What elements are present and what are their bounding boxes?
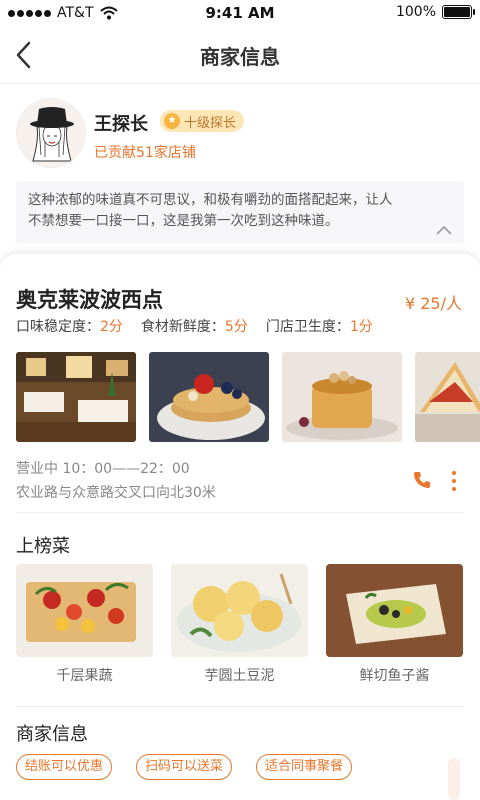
- dish-name: 芋圆土豆泥: [204, 668, 275, 684]
- photo-pancakes[interactable]: [149, 352, 269, 442]
- dish-name: 鲜切鱼子酱: [359, 668, 430, 684]
- merchant-tag[interactable]: 扫码可以送菜: [136, 754, 233, 780]
- level-badge: ★ 十级探长: [160, 110, 245, 132]
- rating-value: 2分: [100, 319, 123, 335]
- merchant-tag[interactable]: 适合同事聚餐: [256, 754, 353, 780]
- photo-sandwich[interactable]: [415, 352, 480, 442]
- photo-restaurant-interior[interactable]: [16, 352, 136, 442]
- reviewer-profile: 王探长 ★ 十级探长 已贡献51家店铺: [16, 98, 464, 174]
- rating-label: 食材新鲜度：: [140, 319, 225, 335]
- rating-hygiene: 门店卫生度：1分: [266, 316, 373, 336]
- dish-card[interactable]: 芋圆土豆泥: [171, 564, 308, 685]
- battery-fill: [444, 7, 470, 17]
- battery-icon: [442, 5, 475, 19]
- ratings-row: 口味稳定度：2分 食材新鲜度：5分 门店卫生度：1分: [16, 316, 373, 336]
- level-badge-label: 十级探长: [184, 115, 237, 131]
- avatar[interactable]: [16, 98, 86, 168]
- dish-card[interactable]: 千层果蔬: [16, 564, 153, 685]
- nav-bar: 商家信息: [0, 26, 480, 84]
- rating-value: 1分: [349, 319, 373, 335]
- dish-image: [171, 564, 308, 657]
- dish-image: [326, 564, 463, 657]
- phone-icon[interactable]: [412, 470, 432, 490]
- avatar-illustration: [17, 99, 85, 167]
- merchant-info-title: 商家信息: [16, 724, 88, 745]
- price-per-person: ¥ 25/人: [404, 294, 462, 313]
- shop-photos[interactable]: [16, 352, 480, 442]
- dish-image: [16, 564, 153, 657]
- shop-card: 奥克莱波波西点 ¥ 25/人 口味稳定度：2分 食材新鲜度：5分 门店卫生度：1…: [0, 254, 480, 800]
- rating-taste: 口味稳定度：2分: [16, 316, 123, 336]
- page-title: 商家信息: [200, 45, 280, 69]
- battery-percent: 100%: [395, 4, 436, 20]
- star-icon: ★: [164, 113, 180, 129]
- rating-label: 口味稳定度：: [16, 319, 100, 335]
- rating-value: 5分: [224, 319, 248, 335]
- shop-address[interactable]: 农业路与众意路交叉口向北30米: [16, 482, 216, 502]
- top-dishes-list: 千层果蔬 芋圆土豆泥 鲜切鱼子酱: [16, 564, 464, 694]
- photo-cake[interactable]: [282, 352, 402, 442]
- top-dishes-title: 上榜菜: [16, 536, 70, 557]
- divider: [16, 512, 464, 513]
- contribution-count: 已贡献51家店铺: [94, 145, 196, 161]
- rating-freshness: 食材新鲜度：5分: [141, 316, 248, 336]
- more-vertical-icon[interactable]: [450, 470, 458, 492]
- shop-name: 奥克莱波波西点: [16, 288, 163, 312]
- scroll-indicator[interactable]: [448, 758, 460, 800]
- business-hours: 营业中 10：00——22：00: [16, 461, 190, 477]
- review-text: 这种浓郁的味道真不可思议，和极有嚼劲的面搭配起来，让人 不禁想要一口接一口，这是…: [16, 181, 464, 243]
- reviewer-name: 王探长: [94, 114, 148, 135]
- dish-card[interactable]: 鲜切鱼子酱: [326, 564, 463, 685]
- battery-area: 100%: [395, 4, 475, 20]
- status-bar: AT&T 9:41 AM 100%: [0, 0, 480, 26]
- chevron-up-icon[interactable]: [436, 225, 452, 235]
- merchant-tag[interactable]: 结账可以优惠: [16, 754, 113, 780]
- divider: [16, 706, 464, 707]
- dish-name: 千层果蔬: [56, 668, 113, 684]
- review-line-2: 不禁想要一口接一口，这是我第一次吃到这种味道。: [28, 213, 339, 229]
- review-line-1: 这种浓郁的味道真不可思议，和极有嚼劲的面搭配起来，让人: [28, 192, 393, 208]
- rating-label: 门店卫生度：: [265, 319, 350, 335]
